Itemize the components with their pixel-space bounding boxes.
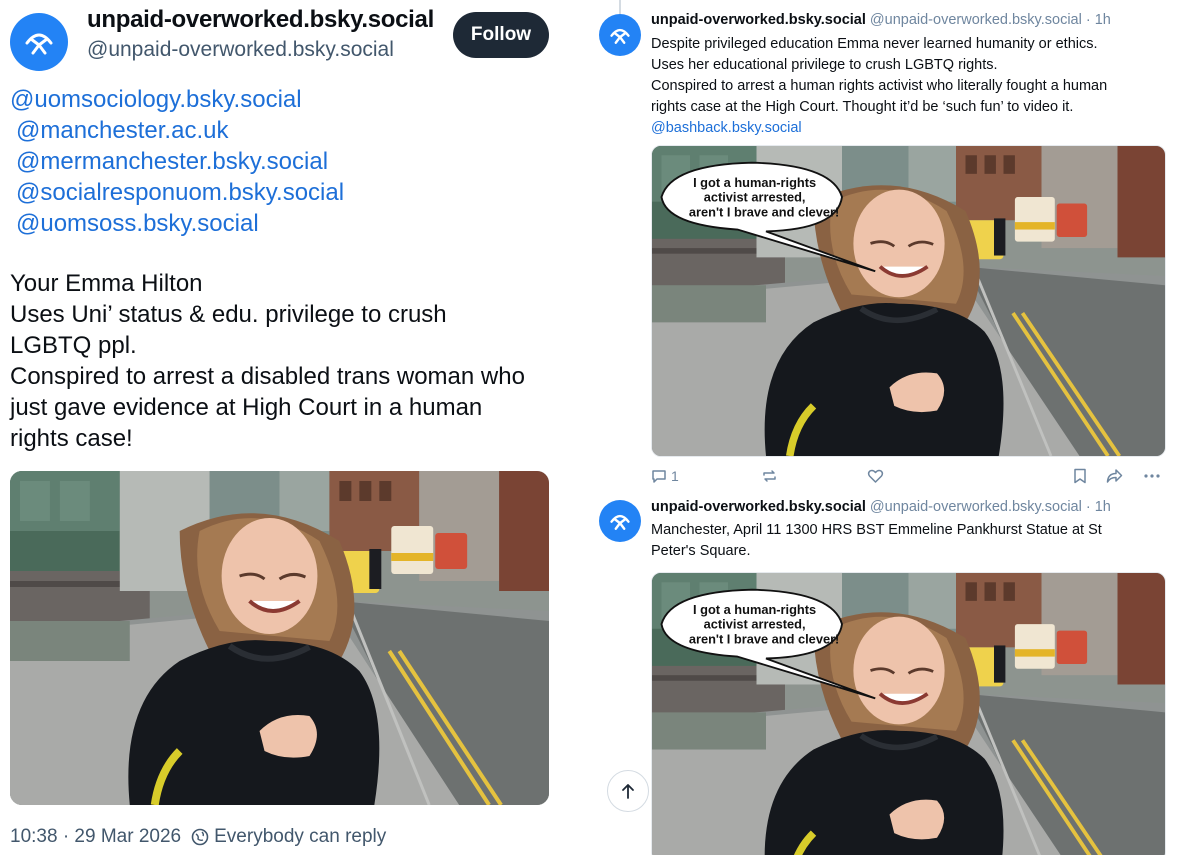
reply-header: unpaid-overworked.bsky.social @unpaid-ov… [651,12,1111,28]
speech-bubble-line: activist arrested, [704,191,806,205]
main-post: unpaid-overworked.bsky.social @unpaid-ov… [0,0,565,855]
bookmark-icon [1074,468,1086,484]
bookmark-action[interactable] [1073,468,1087,484]
share-icon [1106,469,1123,483]
post-actions: 1 [651,468,1160,488]
butterfly-logo-icon [610,514,630,530]
mention-link[interactable]: @mermanchester.bsky.social [10,146,344,177]
mention-link[interactable]: @manchester.ac.uk [10,115,344,146]
thread-connector [619,0,621,14]
post-text-line: Uses Uni’ status & edu. privilege to cru… [10,301,447,328]
meme-photo: I got a human-rights activist arrested, … [652,573,1165,855]
repost-icon [763,470,776,482]
speech-bubble-line: I got a human-rights [693,603,816,617]
avatar[interactable] [10,13,68,71]
butterfly-logo-icon [610,28,630,44]
butterfly-logo-icon [25,33,53,55]
street-photo [10,471,549,805]
post-text-line: just gave evidence at High Court in a hu… [10,394,483,421]
reply-text-line: Despite privileged education Emma never … [651,36,1098,52]
arrow-up-icon [622,784,634,799]
like-action[interactable] [867,468,884,484]
reply-thread: unpaid-overworked.bsky.social @unpaid-ov… [594,0,1178,855]
mention-link[interactable]: @uomsoss.bsky.social [10,208,344,239]
author-handle-time[interactable]: @unpaid-overworked.bsky.social · 1h [870,499,1111,515]
speech-bubble-line: activist arrested, [704,618,806,632]
author-display-name[interactable]: unpaid-overworked.bsky.social [651,12,866,28]
reply-text: Despite privileged education Emma never … [651,34,1171,139]
post-meta: 10:38 · 29 Mar 2026 Everybody can reply [10,826,386,848]
more-icon [1144,474,1160,478]
like-icon [867,469,884,483]
share-action[interactable] [1106,468,1123,484]
mention-link[interactable]: @bashback.bsky.social [651,120,802,136]
reply-text-line: rights case at the High Court. Thought i… [651,99,1074,115]
reply-setting: Everybody can reply [214,826,387,847]
post-image[interactable] [10,471,549,805]
reply-text: Manchester, April 11 1300 HRS BST Emmeli… [651,520,1171,562]
repost-action[interactable] [761,468,778,484]
author-handle-time[interactable]: @unpaid-overworked.bsky.social · 1h [870,12,1111,28]
reply-count: 1 [671,468,679,484]
post-timestamp[interactable]: 10:38 · 29 Mar 2026 [10,826,181,848]
author-display-name[interactable]: unpaid-overworked.bsky.social [651,499,866,515]
mention-list: @uomsociology.bsky.social @manchester.ac… [10,84,344,239]
globe-icon [191,828,209,846]
scroll-to-top-button[interactable] [607,770,649,812]
author-handle[interactable]: @unpaid-overworked.bsky.social [87,38,394,62]
more-action[interactable] [1143,468,1161,484]
mention-link[interactable]: @socialresponuom.bsky.social [10,177,344,208]
meme-photo: I got a human-rights activist arrested, … [652,146,1165,456]
speech-bubble-line: I got a human-rights [693,176,816,190]
post-text-line: LGBTQ ppl. [10,332,137,359]
post-text-line: Your Emma Hilton [10,270,203,297]
post-text: Your Emma Hilton Uses Uni’ status & edu.… [10,268,560,454]
reply-icon [652,470,666,483]
speech-bubble-line: aren't I brave and clever! [689,633,839,647]
avatar[interactable] [599,14,641,56]
speech-bubble-line: aren't I brave and clever! [689,206,839,220]
reply-text-line: Manchester, April 11 1300 HRS BST Emmeli… [651,522,1102,538]
author-display-name[interactable]: unpaid-overworked.bsky.social [87,6,434,34]
reply-image[interactable]: I got a human-rights activist arrested, … [651,572,1166,855]
reply-image[interactable]: I got a human-rights activist arrested, … [651,145,1166,457]
reply-text-line: Conspired to arrest a human rights activ… [651,78,1108,94]
reply-action[interactable]: 1 [651,468,679,484]
post-text-line: rights case! [10,425,133,452]
follow-button[interactable]: Follow [453,12,549,58]
reply-header: unpaid-overworked.bsky.social @unpaid-ov… [651,499,1111,515]
mention-link[interactable]: @uomsociology.bsky.social [10,84,344,115]
reply-text-line: Peter's Square. [651,543,751,559]
post-text-line: Conspired to arrest a disabled trans wom… [10,363,525,390]
reply-text-line: Uses her educational privilege to crush … [651,57,998,73]
avatar[interactable] [599,500,641,542]
